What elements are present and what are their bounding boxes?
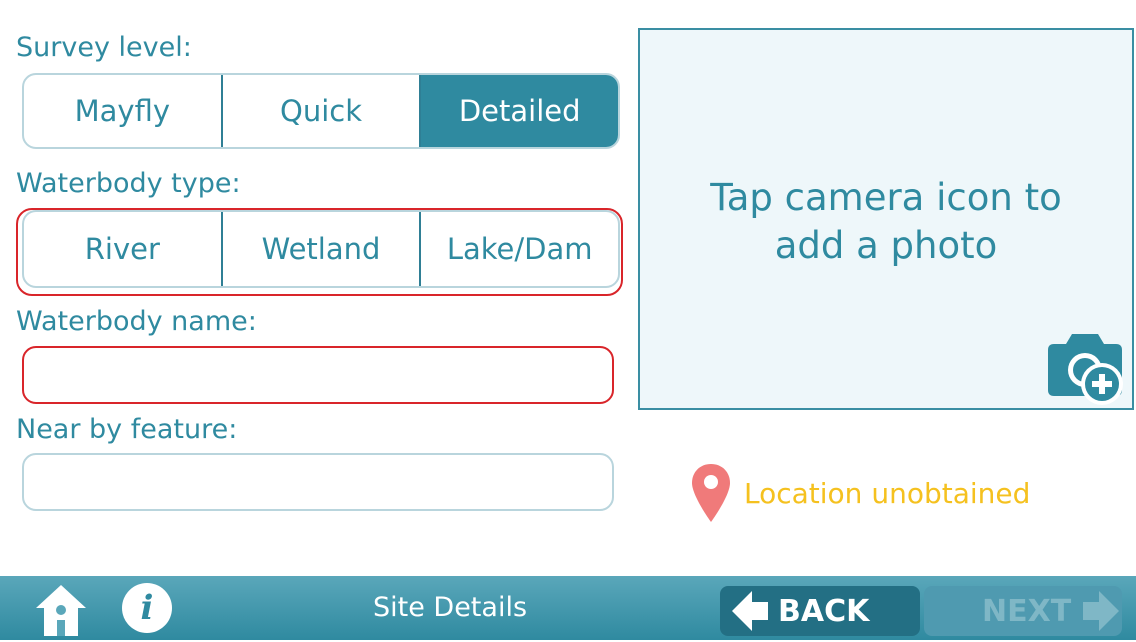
arrow-right-icon: [1083, 591, 1120, 631]
footer-bar: i Site Details BACK NEXT: [0, 576, 1136, 640]
near-by-feature-input[interactable]: [24, 455, 612, 509]
near-by-feature-label: Near by feature:: [16, 414, 238, 445]
survey-level-option-quick[interactable]: Quick: [223, 75, 422, 147]
photo-panel: Tap camera icon to add a photo: [638, 28, 1134, 410]
survey-level-label: Survey level:: [16, 32, 192, 63]
map-pin-icon: [692, 464, 730, 522]
location-status-text: Location unobtained: [744, 476, 1031, 510]
back-button-label: BACK: [778, 593, 870, 629]
location-status: Location unobtained: [690, 462, 1030, 524]
page-title: Site Details: [372, 592, 528, 623]
next-button-label: NEXT: [982, 593, 1072, 629]
waterbody-type-label: Waterbody type:: [16, 168, 241, 199]
waterbody-type-option-river[interactable]: River: [24, 212, 223, 286]
waterbody-type-option-wetland[interactable]: Wetland: [223, 212, 422, 286]
back-button[interactable]: BACK: [720, 586, 920, 636]
photo-prompt-line-2: add a photo: [774, 224, 998, 267]
info-glyph: i: [140, 588, 154, 628]
survey-level-option-mayfly[interactable]: Mayfly: [24, 75, 223, 147]
arrow-left-icon: [732, 591, 768, 631]
next-button[interactable]: NEXT: [924, 586, 1122, 636]
home-icon[interactable]: [32, 580, 90, 638]
waterbody-name-input[interactable]: [24, 348, 612, 402]
camera-add-icon[interactable]: [1040, 324, 1132, 408]
near-by-feature-field: [22, 453, 614, 511]
waterbody-type-option-lake-dam[interactable]: Lake/Dam: [421, 212, 618, 286]
waterbody-name-label: Waterbody name:: [16, 306, 257, 337]
waterbody-type-selector: River Wetland Lake/Dam: [22, 210, 620, 288]
waterbody-name-field: [22, 346, 614, 404]
photo-prompt-line-1: Tap camera icon to: [710, 176, 1062, 219]
survey-level-option-detailed[interactable]: Detailed: [421, 75, 618, 147]
photo-prompt: Tap camera icon to add a photo: [640, 174, 1132, 270]
survey-level-selector: Mayfly Quick Detailed: [22, 73, 620, 149]
info-icon[interactable]: i: [122, 583, 172, 633]
